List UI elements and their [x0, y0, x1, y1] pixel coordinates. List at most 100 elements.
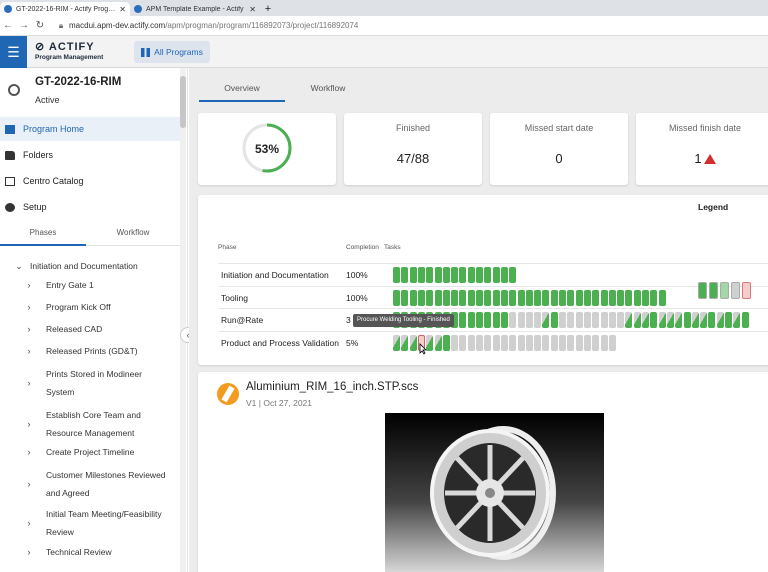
- task-bar[interactable]: [650, 290, 658, 306]
- task-bar[interactable]: [442, 290, 450, 306]
- tree-root[interactable]: ⌄ Initiation and Documentation: [14, 258, 187, 276]
- task-bar[interactable]: [567, 335, 575, 351]
- task-bar[interactable]: [417, 267, 425, 283]
- task-bar[interactable]: [409, 267, 417, 283]
- task-bar[interactable]: [700, 312, 708, 328]
- task-bar[interactable]: [617, 290, 625, 306]
- tab-phases[interactable]: Phases: [0, 220, 86, 246]
- task-bar[interactable]: [417, 290, 425, 306]
- task-bar[interactable]: [459, 335, 467, 351]
- task-bar[interactable]: [484, 335, 492, 351]
- tree-item[interactable]: › Establish Core Team and Resource Managem…: [24, 407, 174, 442]
- task-bar[interactable]: [476, 335, 483, 351]
- task-bar[interactable]: [476, 290, 483, 306]
- nav-centro-catalog[interactable]: Centro Catalog: [0, 169, 180, 193]
- task-bar[interactable]: [575, 290, 583, 306]
- menu-icon[interactable]: ☰: [0, 36, 27, 68]
- file-name[interactable]: Aluminium_RIM_16_inch.STP.scs: [246, 381, 418, 393]
- task-bar[interactable]: [393, 335, 400, 351]
- phase-row[interactable]: Run@Rate 3: [218, 308, 768, 330]
- nav-setup[interactable]: Setup: [0, 195, 180, 219]
- task-bar[interactable]: [608, 335, 616, 351]
- task-bar[interactable]: [492, 335, 500, 351]
- task-bar[interactable]: [617, 312, 625, 328]
- task-bar[interactable]: [426, 267, 434, 283]
- task-bar[interactable]: [642, 312, 649, 328]
- task-bar[interactable]: [484, 290, 492, 306]
- task-bar[interactable]: [675, 312, 683, 328]
- tab-workflow[interactable]: Workflow: [90, 220, 176, 246]
- task-bar[interactable]: [467, 267, 475, 283]
- task-bar[interactable]: [583, 335, 591, 351]
- task-bar[interactable]: [534, 312, 542, 328]
- tree-item[interactable]: › Program Kick Off: [24, 299, 174, 317]
- task-bar[interactable]: [550, 290, 558, 306]
- task-bar[interactable]: [442, 335, 450, 351]
- tab-main-workflow[interactable]: Workflow: [285, 78, 371, 102]
- task-bar[interactable]: [451, 335, 459, 351]
- task-bar[interactable]: [409, 290, 417, 306]
- task-bar[interactable]: [492, 267, 500, 283]
- task-bar[interactable]: [625, 312, 633, 328]
- task-bar[interactable]: [600, 290, 608, 306]
- task-bar[interactable]: [683, 312, 691, 328]
- close-icon[interactable]: ✕: [119, 5, 126, 14]
- tree-item[interactable]: › Released CAD: [24, 321, 174, 339]
- forward-icon[interactable]: →: [16, 20, 32, 31]
- task-bar[interactable]: [542, 335, 550, 351]
- task-bar[interactable]: [625, 290, 633, 306]
- task-bar[interactable]: [567, 290, 575, 306]
- task-bar[interactable]: [741, 312, 749, 328]
- task-bar[interactable]: [567, 312, 575, 328]
- task-bar[interactable]: [476, 267, 483, 283]
- task-bar[interactable]: [434, 335, 442, 351]
- task-bar[interactable]: [517, 312, 525, 328]
- task-bar[interactable]: [393, 290, 400, 306]
- task-bar[interactable]: [525, 290, 533, 306]
- new-tab-button[interactable]: +: [260, 2, 276, 16]
- task-bar[interactable]: [401, 290, 409, 306]
- task-bar[interactable]: [442, 267, 450, 283]
- reload-icon[interactable]: ↻: [32, 20, 48, 31]
- task-bar[interactable]: [517, 335, 525, 351]
- task-bar[interactable]: [733, 312, 741, 328]
- task-bar[interactable]: [658, 312, 666, 328]
- task-bar[interactable]: [650, 312, 658, 328]
- task-bar[interactable]: [434, 290, 442, 306]
- task-bar[interactable]: [534, 335, 542, 351]
- task-bar[interactable]: [459, 290, 467, 306]
- task-bar[interactable]: [409, 335, 417, 351]
- task-bar[interactable]: [583, 312, 591, 328]
- task-bar[interactable]: [484, 312, 492, 328]
- task-bar[interactable]: [459, 312, 467, 328]
- task-bar[interactable]: [500, 290, 508, 306]
- browser-tab-active[interactable]: GT-2022-16-RIM - Actify Program ✕: [0, 2, 130, 16]
- task-bar[interactable]: [608, 312, 616, 328]
- tree-item[interactable]: › Entry Gate 1: [24, 277, 174, 295]
- task-bar[interactable]: [426, 335, 434, 351]
- task-bar[interactable]: [500, 335, 508, 351]
- task-bar[interactable]: [500, 312, 508, 328]
- task-bar[interactable]: [534, 290, 542, 306]
- task-bar[interactable]: [476, 312, 483, 328]
- task-bar[interactable]: [550, 312, 558, 328]
- browser-tab-second[interactable]: APM Template Example - Actify ✕: [130, 2, 260, 16]
- task-bar[interactable]: [509, 335, 517, 351]
- task-bar[interactable]: [451, 290, 459, 306]
- lock-icon[interactable]: 🔒︎: [56, 21, 66, 31]
- phase-row[interactable]: Initiation and Documentation 100%: [218, 263, 768, 285]
- task-bar[interactable]: [525, 312, 533, 328]
- task-bar[interactable]: [542, 312, 550, 328]
- task-bar[interactable]: [451, 267, 459, 283]
- task-bar[interactable]: [509, 290, 517, 306]
- scrollbar-thumb[interactable]: [180, 76, 186, 128]
- nav-folders[interactable]: Folders: [0, 143, 180, 167]
- task-bar[interactable]: [559, 290, 566, 306]
- task-bar[interactable]: [484, 267, 492, 283]
- sidebar-scrollbar[interactable]: [180, 68, 186, 572]
- task-bar[interactable]: [467, 335, 475, 351]
- task-bar[interactable]: [575, 312, 583, 328]
- task-bar[interactable]: [393, 267, 400, 283]
- task-bar[interactable]: [666, 312, 674, 328]
- task-bar[interactable]: [509, 312, 517, 328]
